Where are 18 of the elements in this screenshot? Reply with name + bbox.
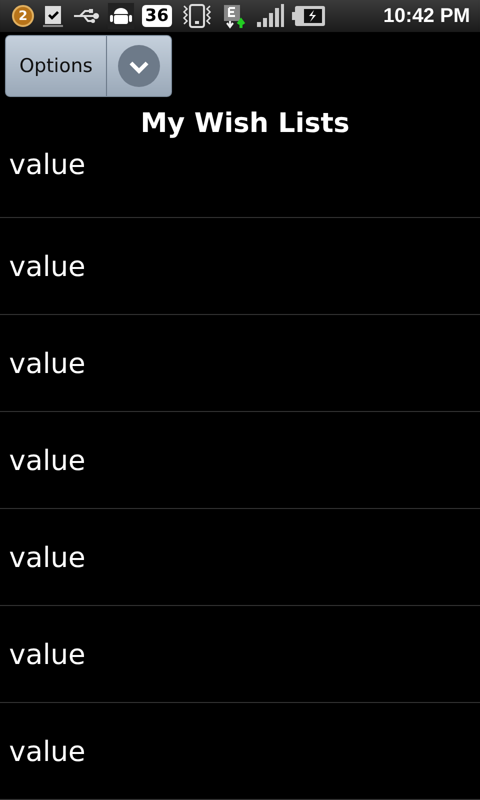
list-item[interactable]: value	[0, 315, 480, 412]
options-dropdown[interactable]: Options	[5, 35, 172, 98]
list-item[interactable]: value	[0, 412, 480, 509]
battery-icon	[292, 5, 326, 28]
list-item[interactable]: value	[0, 218, 480, 315]
list-item[interactable]: value	[0, 703, 480, 800]
list-item[interactable]: value	[0, 606, 480, 703]
clock-time: 10:42 PM	[383, 4, 470, 28]
data-transfer-icon	[222, 3, 248, 30]
count-badge: 36	[142, 5, 172, 28]
usb-icon	[72, 8, 100, 24]
signal-icon	[256, 4, 284, 28]
page-title: My Wish Lists	[140, 108, 350, 140]
chevron-down-icon	[117, 44, 161, 88]
list-item[interactable]: value	[0, 142, 480, 218]
notification-count: 2	[12, 5, 34, 28]
list-item[interactable]: value	[0, 509, 480, 606]
checkmark-icon	[42, 4, 64, 28]
